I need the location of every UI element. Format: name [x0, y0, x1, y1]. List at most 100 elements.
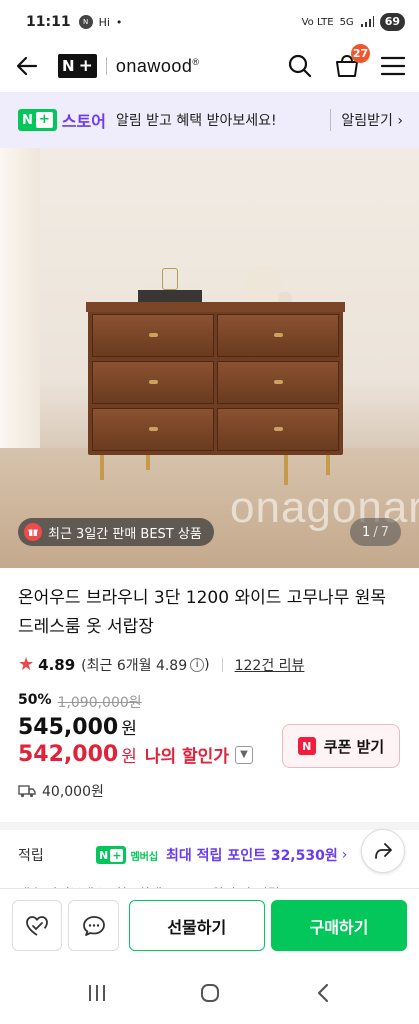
bottom-action-bar: 선물하기 구매하기 — [0, 888, 419, 962]
dresser-top — [86, 302, 345, 312]
status-notification-icons: N Hi • — [78, 15, 123, 29]
banner-text: 알림 받고 혜택 받아보세요! — [115, 113, 277, 129]
my-price-label: 나의 할인가 — [144, 747, 229, 767]
gift-button[interactable]: 선물하기 — [128, 900, 265, 951]
naver-plus-sign: + — [78, 56, 93, 76]
naver-plus-store-logo: N + — [18, 109, 57, 131]
status-right: Vo LTE 5G 69 — [302, 13, 405, 31]
heart-check-icon — [26, 915, 49, 936]
product-image-gallery[interactable]: onagonara 최근 3일간 판매 BEST 상품 1 / 7 — [0, 148, 419, 568]
status-bar: 11:11 N Hi • Vo LTE 5G 69 — [0, 0, 419, 44]
search-icon[interactable] — [287, 53, 313, 79]
rating-score: 4.89 — [38, 655, 76, 674]
my-discount-price: 542,000 — [18, 742, 119, 767]
pager-total: 7 — [380, 524, 389, 540]
discount-row: 50% 1,090,000원 — [18, 692, 142, 712]
dresser-leg — [284, 455, 288, 485]
points-label: 적립 — [18, 848, 44, 864]
store-brand-name: onawood — [115, 55, 193, 76]
notification-app-icon: N — [78, 15, 93, 29]
naver-plus-membership-badge: N + — [96, 846, 127, 864]
naver-plus-logo[interactable]: N + — [58, 54, 97, 78]
star-icon: ★ — [18, 654, 35, 675]
image-pager: 1 / 7 — [350, 518, 401, 546]
pager-current: 1 — [362, 524, 371, 540]
dresser-drawer — [92, 314, 214, 357]
sale-price: 545,000 — [18, 715, 119, 740]
section-divider — [0, 822, 419, 830]
banner-n-letter: N — [22, 112, 33, 128]
truck-icon — [18, 785, 36, 798]
coupon-label: 쿠폰 받기 — [323, 737, 385, 756]
coupon-naver-icon: N — [297, 737, 316, 755]
gift-icon — [24, 523, 42, 541]
battery-indicator: 69 — [379, 13, 405, 31]
signal-bars-icon — [360, 16, 374, 27]
dresser-drawer — [92, 361, 214, 404]
naver-n-letter: N — [62, 57, 75, 75]
photo-dresser — [86, 302, 345, 455]
cart-button[interactable]: 27 — [333, 44, 370, 80]
chevron-right-icon: › — [341, 847, 348, 863]
rating-divider — [221, 657, 223, 672]
notify-subscribe-link[interactable]: 알림받기 › — [341, 110, 403, 130]
header-actions: 27 — [287, 44, 405, 80]
membership-label: 멤버십 — [130, 851, 159, 863]
dresser-leg — [100, 455, 104, 480]
dresser-drawer — [92, 408, 214, 451]
rating-close-paren: ) — [204, 656, 210, 673]
dresser-leg — [146, 455, 150, 470]
points-n-letter: N — [99, 848, 109, 862]
buy-button[interactable]: 구매하기 — [270, 900, 407, 951]
points-row[interactable]: 적립 N + 멤버십 최대 적립 포인트 32,530원 › — [18, 840, 418, 870]
shipping-fee: 40,000원 — [42, 784, 104, 800]
chevron-down-icon[interactable]: ▼ — [234, 745, 253, 764]
chat-bubble-icon — [82, 915, 105, 936]
my-discount-price-row[interactable]: 542,000 원 나의 할인가 ▼ — [18, 742, 253, 767]
back-nav-icon[interactable] — [312, 982, 334, 1004]
notification-dot-icon: • — [115, 15, 123, 29]
signal-5g-icon: 5G — [339, 16, 354, 28]
photo-lantern — [162, 268, 178, 290]
back-arrow-icon[interactable] — [14, 53, 40, 79]
info-icon[interactable]: i — [190, 657, 205, 672]
banner-divider — [330, 109, 332, 131]
rating-recent-text: (최근 6개월 4.89 — [81, 657, 188, 674]
banner-plus-sign: + — [35, 112, 53, 128]
android-nav-bar — [0, 962, 419, 1024]
share-icon — [375, 843, 392, 859]
pager-slash: / — [373, 524, 378, 540]
cart-count-badge: 27 — [351, 44, 370, 63]
dresser-drawer — [217, 408, 339, 451]
sale-price-currency: 원 — [121, 719, 137, 739]
home-icon[interactable] — [199, 982, 221, 1004]
top-header: N + onawood® 27 — [0, 44, 419, 88]
rating-row: ★ 4.89 (최근 6개월 4.89 i ) 122건 리뷰 — [18, 654, 304, 675]
best-seller-badge: 최근 3일간 판매 BEST 상품 — [18, 518, 214, 546]
status-time: 11:11 — [26, 14, 71, 30]
store-brand-logo[interactable]: onawood® — [116, 56, 200, 77]
dresser-leg — [326, 455, 330, 475]
discount-percent: 50% — [18, 692, 52, 708]
dresser-drawer — [217, 361, 339, 404]
my-price-currency: 원 — [121, 747, 137, 767]
best-seller-text: 최근 3일간 판매 BEST 상품 — [48, 526, 202, 542]
store-notify-banner[interactable]: N + 스토어 알림 받고 혜택 받아보세요! 알림받기 › — [0, 92, 419, 148]
sale-price-row: 545,000 원 — [18, 714, 137, 740]
max-points-text: 최대 적립 포인트 32,530원 — [166, 848, 338, 864]
share-button[interactable] — [361, 829, 405, 873]
wishlist-button[interactable] — [12, 900, 63, 951]
registered-mark: ® — [192, 56, 200, 67]
header-divider — [105, 57, 107, 75]
coupon-button[interactable]: N 쿠폰 받기 — [282, 724, 400, 768]
review-count-link[interactable]: 122건 리뷰 — [235, 655, 305, 675]
volte-icon: Vo LTE — [301, 16, 334, 28]
banner-store-label: 스토어 — [61, 112, 106, 131]
dresser-drawer — [217, 314, 339, 357]
points-plus-sign: + — [110, 848, 124, 862]
menu-icon[interactable] — [381, 55, 405, 77]
recent-apps-icon[interactable] — [86, 983, 108, 1003]
original-price: 1,090,000원 — [57, 695, 142, 711]
talk-chat-button[interactable] — [68, 900, 119, 951]
notification-hi-icon: Hi — [98, 15, 110, 29]
